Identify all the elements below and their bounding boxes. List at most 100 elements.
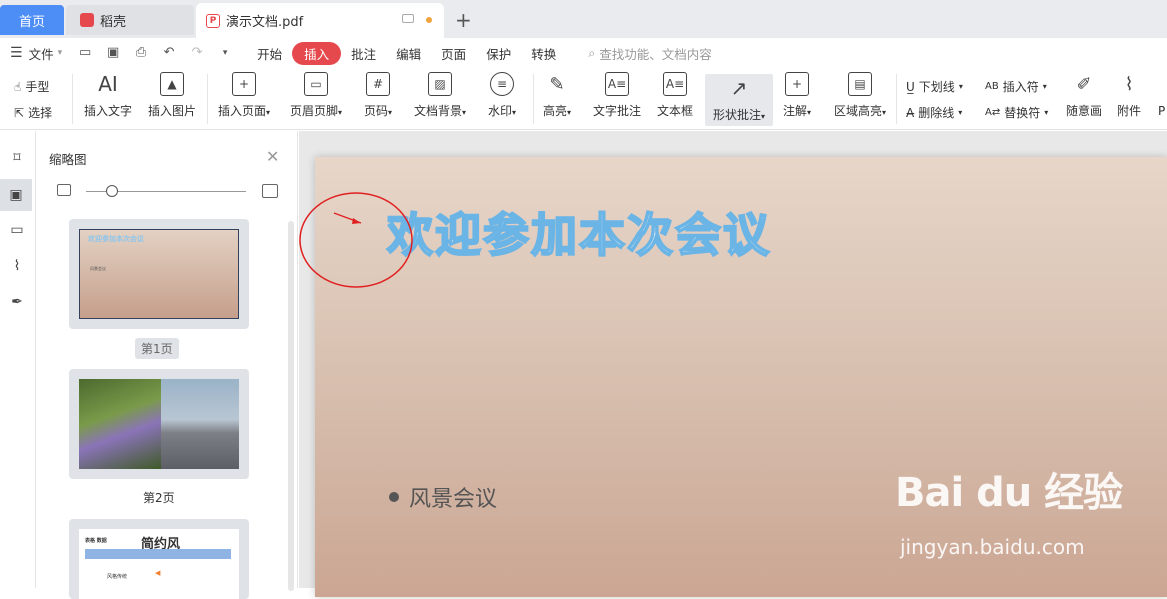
textbox-icon: A≡ <box>663 72 687 96</box>
hand-icon: ☝ <box>14 79 22 94</box>
page-number-label: 页码▾ <box>364 104 393 118</box>
replace-char-button[interactable]: A⇄ 替换符 ▾ <box>985 104 1048 121</box>
print-icon[interactable]: ⎙ <box>134 46 148 60</box>
freehand-button[interactable]: ✐ 随意画 <box>1066 72 1102 119</box>
textbox-button[interactable]: A≡ 文本框 <box>657 72 693 119</box>
watermark-url: jingyan.baidu.com <box>900 535 1085 559</box>
file-menu[interactable]: 文件 <box>29 44 54 63</box>
close-icon[interactable]: ✕ <box>266 147 279 166</box>
monitor-icon[interactable] <box>402 14 414 23</box>
paperclip-icon: ⌇ <box>1124 73 1134 95</box>
chevron-down-icon[interactable]: ▾ <box>58 48 63 58</box>
thumbnail-scrollbar[interactable] <box>288 221 294 591</box>
tab-home-label: 首页 <box>18 14 45 30</box>
annotation-button[interactable]: + 注解▾ <box>783 72 811 119</box>
freehand-label: 随意画 <box>1066 104 1103 118</box>
highlighter-icon: ✎ <box>549 73 565 95</box>
text-comment-button[interactable]: A≡ 文字批注 <box>593 72 641 119</box>
tab-daoke-label: 稻壳 <box>100 14 127 30</box>
menu-insert[interactable]: 插入 <box>292 41 342 65</box>
undo-icon[interactable]: ↶ <box>162 46 176 60</box>
quick-access-dropdown-icon[interactable]: ▾ <box>218 46 232 60</box>
highlight-label: 高亮▾ <box>543 104 572 118</box>
doc-background-label: 文档背景▾ <box>414 104 467 118</box>
page-number-icon: # <box>366 72 391 96</box>
replace-char-label: 替换符 <box>1004 106 1041 120</box>
document-canvas: 欢迎参加本次会议 风景会议 <box>299 131 1167 597</box>
insert-image-button[interactable]: ▲ 插入图片 <box>148 72 196 119</box>
text-cursor-icon: AI <box>98 72 118 96</box>
shape-annotation-layer <box>299 192 413 288</box>
page-number-button[interactable]: # 页码▾ <box>364 72 392 119</box>
text-comment-label: 文字批注 <box>593 104 642 118</box>
ribbon-overflow[interactable]: P <box>1158 104 1165 118</box>
attachment-sidebar-icon[interactable]: ⌇ <box>8 257 26 275</box>
hamburger-icon[interactable]: ☰ <box>10 45 23 61</box>
attachment-button[interactable]: ⌇ 附件 <box>1117 72 1141 119</box>
select-tool[interactable]: ⇱ 选择 <box>14 104 52 121</box>
menu-convert[interactable]: 转换 <box>521 41 566 66</box>
mini-bullet: 风景会议 <box>90 266 106 271</box>
pdf-icon: P <box>206 13 220 28</box>
replace-char-icon: A⇄ <box>985 107 1001 118</box>
red-circle-annotation[interactable] <box>299 192 413 288</box>
menu-protect[interactable]: 保护 <box>476 41 521 66</box>
tab-bar: 首页 稻壳 P 演示文档.pdf + <box>0 0 1167 38</box>
tab-document[interactable]: P 演示文档.pdf <box>196 3 444 38</box>
underline-label: 下划线 <box>918 80 955 94</box>
underline-icon: U̲ <box>906 79 915 94</box>
header-footer-button[interactable]: ▭ 页眉页脚▾ <box>290 72 342 119</box>
insert-char-label: 插入符 <box>1002 80 1039 94</box>
hand-tool[interactable]: ☝ 手型 <box>14 78 49 95</box>
insert-text-button[interactable]: AI 插入文字 <box>84 72 132 119</box>
page-thumbnail-1[interactable]: 欢迎参加本次会议 风景会议 <box>69 219 249 329</box>
insert-page-button[interactable]: + 插入页面▾ <box>218 72 270 119</box>
doc-background-button[interactable]: ▨ 文档背景▾ <box>414 72 466 119</box>
shape-comment-button[interactable]: ↗ 形状批注▾ <box>705 74 773 126</box>
page-label-1: 第1页 <box>135 338 179 359</box>
menu-start[interactable]: 开始 <box>247 41 292 66</box>
page-plus-icon: + <box>232 72 257 96</box>
redo-icon[interactable]: ↷ <box>190 46 204 60</box>
large-image-icon[interactable] <box>262 184 278 198</box>
search-placeholder: 查找功能、文档内容 <box>599 46 712 62</box>
bookmark-icon[interactable]: ⌑ <box>8 149 26 167</box>
page-thumbnail-2[interactable] <box>69 369 249 479</box>
signature-icon[interactable]: ✒ <box>8 293 26 311</box>
insert-page-label: 插入页面▾ <box>218 104 271 118</box>
strikethrough-button[interactable]: A̶ 删除线 ▾ <box>906 104 962 121</box>
thumbnail-panel: 缩略图 ✕ 欢迎参加本次会议 风景会议 第1页 第2页 表格 数据 简约风 ◀ … <box>36 131 298 599</box>
mini-title: 欢迎参加本次会议 <box>88 235 144 243</box>
strikethrough-label: 删除线 <box>918 106 955 120</box>
small-image-icon[interactable] <box>57 184 71 196</box>
insert-char-icon: AB <box>985 81 999 92</box>
ribbon: ☝ 手型 ⇱ 选择 AI 插入文字 ▲ 插入图片 + 插入页面▾ ▭ 页眉页脚▾ #… <box>0 68 1167 130</box>
watermark-button[interactable]: ≡ 水印▾ <box>488 72 516 119</box>
menu-page[interactable]: 页面 <box>431 41 476 66</box>
annotation-label: 注解▾ <box>783 104 812 118</box>
comment-icon[interactable]: ▭ <box>8 221 26 239</box>
thumbnail-icon[interactable]: ▣ <box>0 179 32 211</box>
page-thumbnail-3[interactable]: 表格 数据 简约风 ◀ 风格传统 <box>69 519 249 599</box>
header-footer-icon: ▭ <box>304 72 329 96</box>
tab-home[interactable]: 首页 <box>0 5 64 35</box>
insert-char-button[interactable]: AB 插入符 ▾ <box>985 78 1047 95</box>
zoom-slider-handle[interactable] <box>106 185 118 197</box>
underline-button[interactable]: U̲ 下划线 ▾ <box>906 78 963 95</box>
menu-comment[interactable]: 批注 <box>341 41 386 66</box>
select-label: 选择 <box>28 106 53 120</box>
area-highlight-button[interactable]: ▤ 区域高亮▾ <box>834 72 886 119</box>
new-tab-button[interactable]: + <box>455 8 472 32</box>
textbox-label: 文本框 <box>657 104 694 118</box>
tab-daoke[interactable]: 稻壳 <box>66 5 194 35</box>
save-icon[interactable]: ▣ <box>106 46 120 60</box>
pen-icon: ✐ <box>1076 73 1092 95</box>
tab-document-label: 演示文档.pdf <box>226 15 304 30</box>
thumbnail-panel-title: 缩略图 <box>49 152 87 167</box>
image-icon: ▲ <box>160 72 184 96</box>
open-folder-icon[interactable]: ▭ <box>78 46 92 60</box>
search-box[interactable]: ⌕ 查找功能、文档内容 <box>588 44 712 63</box>
highlight-button[interactable]: ✎ 高亮▾ <box>543 72 571 119</box>
menu-edit[interactable]: 编辑 <box>386 41 431 66</box>
city-photo <box>161 379 239 469</box>
